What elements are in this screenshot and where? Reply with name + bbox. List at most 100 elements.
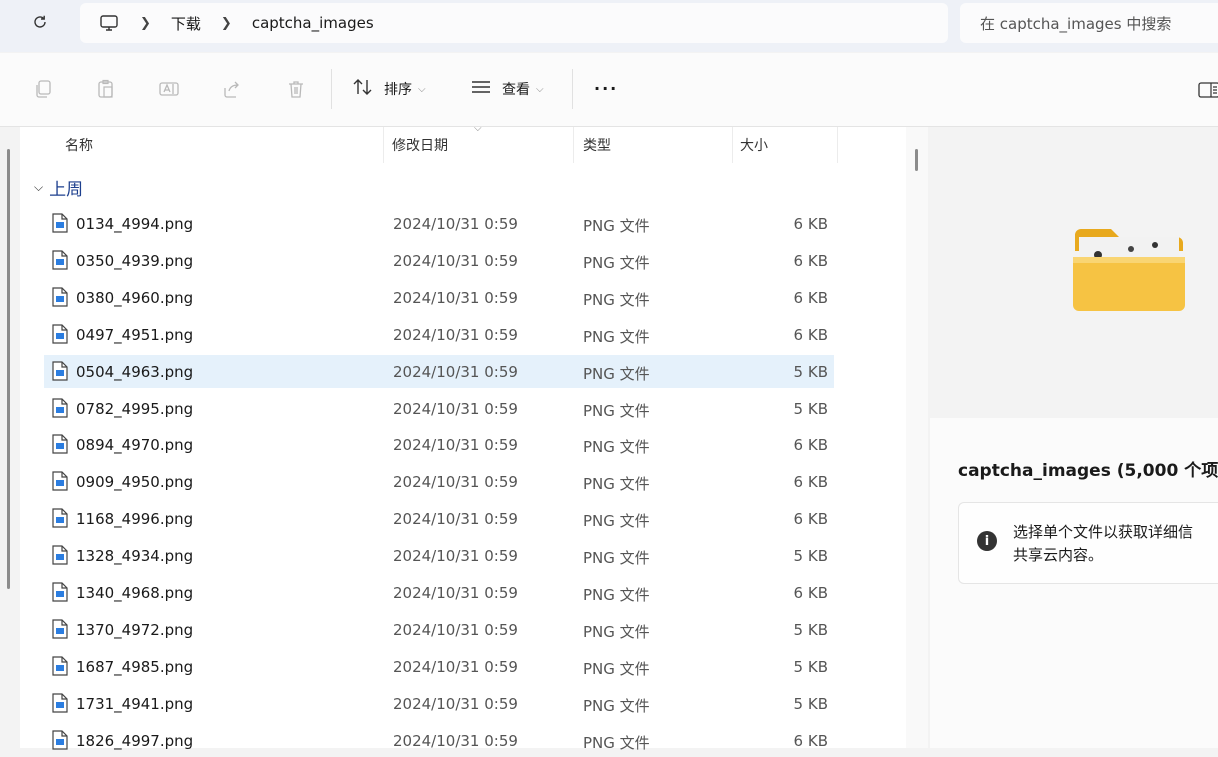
file-date: 2024/10/31 0:59 <box>393 694 518 713</box>
address-bar-area: ❯ 下载 ❯ captcha_images 在 captcha_images 中… <box>0 0 1218 52</box>
file-row[interactable]: 0497_4951.png 2024/10/31 0:59 PNG 文件 6 KB <box>44 318 834 351</box>
details-pane-icon[interactable] <box>1197 79 1218 101</box>
column-header-type[interactable]: 类型 <box>583 127 611 163</box>
file-type: PNG 文件 <box>583 253 650 272</box>
file-name: 1340_4968.png <box>76 584 194 602</box>
file-date: 2024/10/31 0:59 <box>393 584 518 602</box>
view-icon <box>470 78 492 100</box>
file-size: 6 KB <box>793 436 828 455</box>
file-name: 0134_4994.png <box>76 215 194 233</box>
scrollbar-thumb[interactable] <box>915 149 918 171</box>
file-name: 0909_4950.png <box>76 473 194 492</box>
this-pc-icon[interactable] <box>98 12 120 34</box>
png-file-icon <box>52 619 68 639</box>
delete-icon[interactable] <box>285 78 307 100</box>
column-header-name[interactable]: 名称 <box>65 127 93 163</box>
column-divider[interactable] <box>837 127 838 163</box>
file-size: 6 KB <box>793 215 828 233</box>
nav-pane-scrollbar[interactable] <box>0 127 20 748</box>
png-file-icon <box>52 508 68 528</box>
file-row[interactable]: 1370_4972.png 2024/10/31 0:59 PNG 文件 5 KB <box>44 613 834 646</box>
file-date: 2024/10/31 0:59 <box>393 325 518 344</box>
file-type: PNG 文件 <box>583 622 650 641</box>
sort-icon <box>352 78 374 100</box>
file-row[interactable]: 0350_4939.png 2024/10/31 0:59 PNG 文件 6 KB <box>44 244 834 277</box>
file-size: 6 KB <box>793 288 828 307</box>
column-header-date[interactable]: 修改日期 <box>392 127 448 163</box>
chevron-down-icon: ⌵ <box>34 180 44 194</box>
refresh-icon[interactable] <box>28 10 52 34</box>
file-size: 6 KB <box>793 251 828 270</box>
file-name: 1370_4972.png <box>76 620 194 639</box>
png-file-icon <box>52 213 68 233</box>
file-date: 2024/10/31 0:59 <box>393 251 518 270</box>
search-input[interactable]: 在 captcha_images 中搜索 <box>960 3 1218 43</box>
file-date: 2024/10/31 0:59 <box>393 215 518 233</box>
breadcrumb-downloads[interactable]: 下载 <box>171 13 201 34</box>
file-row[interactable]: 1168_4996.png 2024/10/31 0:59 PNG 文件 6 KB <box>44 502 834 535</box>
file-type: PNG 文件 <box>583 438 650 457</box>
file-type: PNG 文件 <box>583 327 650 346</box>
file-type: PNG 文件 <box>583 659 650 678</box>
file-row[interactable]: 0134_4994.png 2024/10/31 0:59 PNG 文件 6 KB <box>44 207 834 240</box>
file-row[interactable]: 0380_4960.png 2024/10/31 0:59 PNG 文件 6 KB <box>44 281 834 314</box>
png-file-icon <box>52 287 68 307</box>
file-date: 2024/10/31 0:59 <box>393 399 518 418</box>
file-list[interactable]: 名称 ⌵ 修改日期 类型 大小 ⌵ 上周 0134_4994.png 2024/1… <box>0 123 906 752</box>
file-date: 2024/10/31 0:59 <box>393 620 518 639</box>
file-date: 2024/10/31 0:59 <box>393 731 518 750</box>
info-line-1: 选择单个文件以获取详细信 <box>1013 523 1194 541</box>
file-type: PNG 文件 <box>583 401 650 420</box>
breadcrumb[interactable]: ❯ 下载 ❯ captcha_images <box>80 3 948 43</box>
toolbar-divider <box>572 69 573 109</box>
file-name: 1826_4997.png <box>76 731 194 750</box>
column-header-size[interactable]: 大小 <box>740 127 768 163</box>
file-date: 2024/10/31 0:59 <box>393 436 518 455</box>
info-line-2: 共享云内容。 <box>1013 546 1104 564</box>
group-header[interactable]: ⌵ 上周 <box>34 175 83 200</box>
sort-button[interactable]: 排序 ⌵ <box>352 77 426 101</box>
file-row[interactable]: 1328_4934.png 2024/10/31 0:59 PNG 文件 5 KB <box>44 539 834 572</box>
png-file-icon <box>52 324 68 344</box>
file-row[interactable]: 1340_4968.png 2024/10/31 0:59 PNG 文件 6 KB <box>44 576 834 609</box>
png-file-icon <box>52 582 68 602</box>
column-divider[interactable] <box>732 127 733 163</box>
file-list-scrollbar[interactable] <box>906 127 928 748</box>
file-type: PNG 文件 <box>583 696 650 715</box>
column-divider[interactable] <box>573 127 574 163</box>
info-text: 选择单个文件以获取详细信 共享云内容。 <box>1013 521 1193 567</box>
command-bar: 排序 ⌵ 查看 ⌵ ··· <box>0 53 1218 127</box>
breadcrumb-current-folder[interactable]: captcha_images <box>252 14 374 32</box>
chevron-right-icon[interactable]: ❯ <box>140 16 151 31</box>
details-pane: captcha_images (5,000 个项 i 选择单个文件以获取详细信 … <box>930 418 1218 748</box>
file-row[interactable]: 0504_4963.png 2024/10/31 0:59 PNG 文件 5 KB <box>44 354 834 388</box>
file-row[interactable]: 0909_4950.png 2024/10/31 0:59 PNG 文件 6 KB <box>44 465 834 498</box>
file-row[interactable]: 1826_4997.png 2024/10/31 0:59 PNG 文件 6 KB <box>44 724 834 757</box>
png-file-icon <box>52 656 68 676</box>
paste-icon[interactable] <box>95 78 117 100</box>
file-row[interactable]: 0782_4995.png 2024/10/31 0:59 PNG 文件 5 KB <box>44 392 834 425</box>
png-file-icon <box>52 250 68 270</box>
chevron-right-icon[interactable]: ❯ <box>221 16 232 31</box>
chevron-down-icon: ⌵ <box>536 83 544 95</box>
file-name: 0497_4951.png <box>76 325 194 344</box>
more-options-icon[interactable]: ··· <box>594 79 618 98</box>
png-file-icon <box>52 471 68 491</box>
view-button[interactable]: 查看 ⌵ <box>470 77 544 101</box>
toolbar-divider <box>331 69 332 109</box>
file-type: PNG 文件 <box>583 217 650 235</box>
scrollbar-thumb[interactable] <box>7 149 10 589</box>
sort-indicator-icon: ⌵ <box>474 123 482 134</box>
copy-icon[interactable] <box>32 78 54 100</box>
sort-label: 排序 <box>384 82 412 98</box>
file-row[interactable]: 1731_4941.png 2024/10/31 0:59 PNG 文件 5 KB <box>44 687 834 720</box>
column-divider[interactable] <box>383 127 384 163</box>
file-row[interactable]: 0894_4970.png 2024/10/31 0:59 PNG 文件 6 KB <box>44 428 834 461</box>
file-type: PNG 文件 <box>583 512 650 531</box>
png-file-icon <box>52 729 68 750</box>
file-type: PNG 文件 <box>583 290 650 309</box>
file-row[interactable]: 1687_4985.png 2024/10/31 0:59 PNG 文件 5 KB <box>44 650 834 683</box>
file-date: 2024/10/31 0:59 <box>393 288 518 307</box>
share-icon[interactable] <box>221 78 243 100</box>
rename-icon[interactable] <box>158 78 180 100</box>
